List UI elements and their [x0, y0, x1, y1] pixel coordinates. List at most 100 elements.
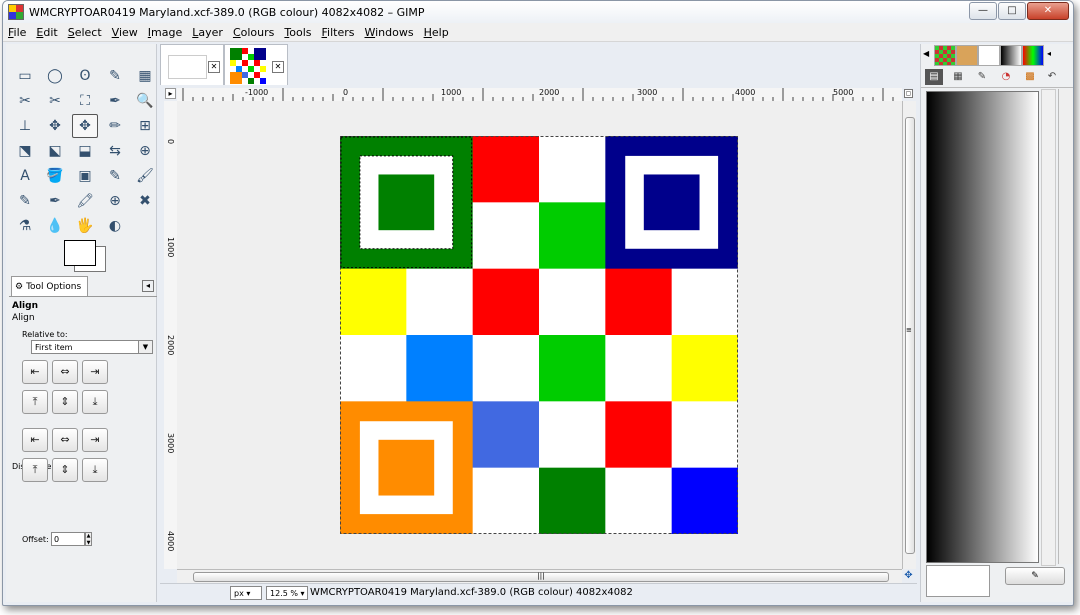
menu-filters[interactable]: Filters: [317, 26, 360, 39]
distribute-top-button[interactable]: ⤒: [22, 458, 48, 482]
menu-view[interactable]: View: [107, 26, 143, 39]
relative-to-select[interactable]: First item ▼: [31, 340, 153, 354]
foreground-color-swatch[interactable]: [64, 240, 96, 266]
scale-icon[interactable]: ⬔: [12, 139, 38, 163]
close-icon[interactable]: ✕: [272, 61, 284, 73]
dock-scrollbar[interactable]: [1041, 89, 1056, 566]
tab-paths[interactable]: ✎: [973, 69, 991, 85]
image-tab-2[interactable]: ✕: [224, 44, 288, 85]
bucket-fill-icon[interactable]: 🪣: [42, 164, 68, 188]
horizontal-scrollbar[interactable]: |||: [177, 569, 902, 583]
zoom-icon[interactable]: 🔍: [132, 89, 158, 113]
tab-gradients[interactable]: [1000, 45, 1022, 66]
offset-stepper[interactable]: ▲ ▼: [85, 532, 92, 546]
tab-channels[interactable]: ▦: [949, 69, 967, 85]
menu-windows[interactable]: Windows: [359, 26, 418, 39]
horizontal-scroll-thumb[interactable]: |||: [193, 572, 889, 582]
align-icon[interactable]: ✥: [72, 114, 98, 138]
image-tab-1[interactable]: ✕: [160, 44, 224, 85]
distribute-left-button[interactable]: ⇤: [22, 428, 48, 452]
tab-brush-dynamics[interactable]: [978, 45, 1000, 66]
rotate-icon[interactable]: ⊞: [132, 114, 158, 138]
vertical-scroll-thumb[interactable]: [905, 117, 915, 554]
tab-histogram[interactable]: ▩: [1021, 69, 1039, 85]
minimize-button[interactable]: —: [969, 2, 997, 20]
close-icon[interactable]: ✕: [208, 61, 220, 73]
dock-menu-icon[interactable]: ◂: [142, 280, 154, 292]
dodge-burn-icon[interactable]: 🖐: [72, 214, 98, 238]
cage-icon[interactable]: ⊕: [132, 139, 158, 163]
menu-select[interactable]: Select: [63, 26, 107, 39]
tab-brushes[interactable]: [956, 45, 978, 66]
perspective-clone-icon[interactable]: ⚗: [12, 214, 38, 238]
menu-help[interactable]: Help: [419, 26, 454, 39]
dock-arrow-icon[interactable]: ◀: [923, 49, 929, 58]
eraser-icon[interactable]: ✎: [12, 189, 38, 213]
perspective-icon[interactable]: ⬓: [72, 139, 98, 163]
image-canvas[interactable]: [340, 136, 738, 534]
distribute-middle-button[interactable]: ⇕: [52, 458, 78, 482]
clone-icon[interactable]: ⊕: [102, 189, 128, 213]
fuzzy-select-icon[interactable]: ✎: [102, 64, 128, 88]
distribute-right-button[interactable]: ⇥: [82, 428, 108, 452]
color-select-icon[interactable]: ▦: [132, 64, 158, 88]
move-icon[interactable]: ✥: [42, 114, 68, 138]
dock-edit-button[interactable]: ✎: [1005, 567, 1065, 585]
zoom-select[interactable]: 12.5 % ▾: [266, 586, 308, 600]
gradient-preview[interactable]: [926, 91, 1039, 563]
quick-mask-toggle[interactable]: ▸: [165, 88, 176, 99]
text-icon[interactable]: A: [12, 164, 38, 188]
distribute-center-button[interactable]: ⇔: [52, 428, 78, 452]
ellipse-select-icon[interactable]: ◯: [42, 64, 68, 88]
tab-tool-options[interactable]: ⚙ Tool Options: [11, 276, 88, 296]
zoom-image-icon[interactable]: ▢: [904, 89, 913, 98]
tab-palettes[interactable]: [1022, 45, 1044, 66]
tab-layers[interactable]: ▤: [925, 69, 943, 85]
crop-icon[interactable]: ✏: [102, 114, 128, 138]
align-left-button[interactable]: ⇤: [22, 360, 48, 384]
airbrush-icon[interactable]: ✒: [42, 189, 68, 213]
navigate-icon[interactable]: ✥: [902, 569, 915, 582]
align-top-button[interactable]: ⤒: [22, 390, 48, 414]
measure-icon[interactable]: ⊥: [12, 114, 38, 138]
fg-bg-colors[interactable]: [64, 240, 106, 272]
dock-menu-icon[interactable]: ◂: [1047, 49, 1051, 58]
title-bar[interactable]: WMCRYPTOAR0419 Maryland.xcf-389.0 (RGB c…: [3, 1, 1073, 23]
close-button[interactable]: ✕: [1027, 2, 1069, 20]
maximize-button[interactable]: □: [998, 2, 1026, 20]
menu-colours[interactable]: Colours: [228, 26, 279, 39]
scissors-icon[interactable]: ✂: [12, 89, 38, 113]
blend-icon[interactable]: ▣: [72, 164, 98, 188]
paths-icon[interactable]: ⛶: [72, 89, 98, 113]
paintbrush-icon[interactable]: 🖌: [132, 164, 158, 188]
vertical-scrollbar[interactable]: ≡: [902, 101, 916, 569]
smudge-icon[interactable]: 💧: [42, 214, 68, 238]
rect-select-icon[interactable]: ▭: [12, 64, 38, 88]
canvas-area[interactable]: [177, 101, 902, 569]
menu-edit[interactable]: Edit: [31, 26, 62, 39]
tab-undo[interactable]: ↶: [1043, 69, 1061, 85]
vertical-ruler[interactable]: 0 1000 2000 3000 4000: [164, 101, 178, 569]
chevron-down-icon[interactable]: ▼: [138, 341, 152, 353]
free-select-icon[interactable]: ʘ: [72, 64, 98, 88]
menu-file[interactable]: File: [3, 26, 31, 39]
align-center-button[interactable]: ⇔: [52, 360, 78, 384]
horizontal-ruler[interactable]: -1000 0 1000 2000 3000 4000 5000: [177, 88, 902, 102]
foreground-select-icon[interactable]: ✂: [42, 89, 68, 113]
ink-icon[interactable]: 🖍: [72, 189, 98, 213]
unit-select[interactable]: px ▾: [230, 586, 262, 600]
shear-icon[interactable]: ⬕: [42, 139, 68, 163]
blur-icon[interactable]: ◐: [102, 214, 128, 238]
align-middle-button[interactable]: ⇕: [52, 390, 78, 414]
color-picker-icon[interactable]: ✒: [102, 89, 128, 113]
distribute-bottom-button[interactable]: ⤓: [82, 458, 108, 482]
pencil-icon[interactable]: ✎: [102, 164, 128, 188]
offset-input[interactable]: 0: [51, 532, 85, 546]
align-bottom-button[interactable]: ⤓: [82, 390, 108, 414]
menu-tools[interactable]: Tools: [279, 26, 316, 39]
heal-icon[interactable]: ✖: [132, 189, 158, 213]
menu-image[interactable]: Image: [143, 26, 187, 39]
menu-layer[interactable]: Layer: [187, 26, 228, 39]
tab-colormap[interactable]: ◔: [997, 69, 1015, 85]
align-right-button[interactable]: ⇥: [82, 360, 108, 384]
